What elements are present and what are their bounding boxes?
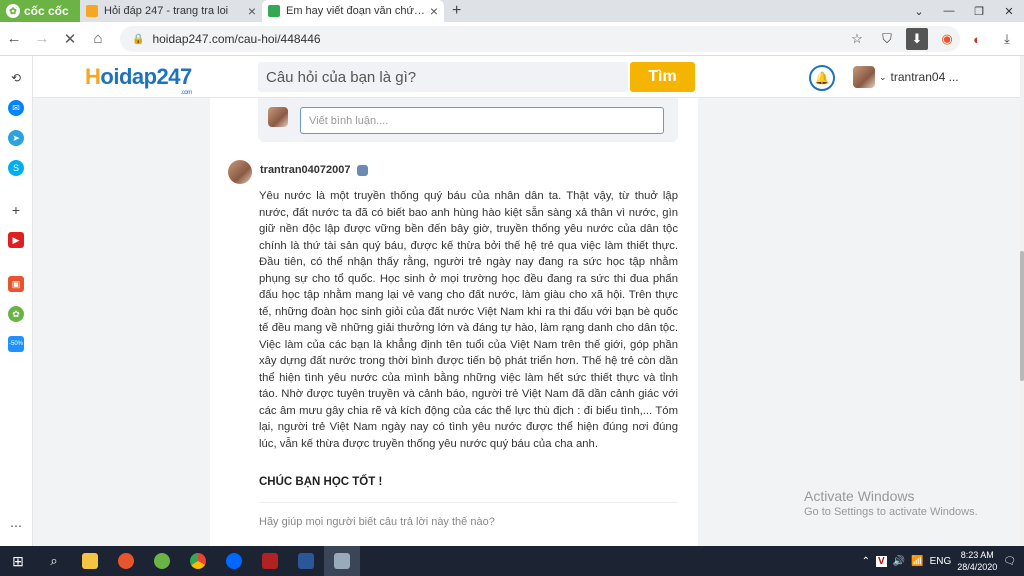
- search-button[interactable]: Tìm: [630, 62, 695, 92]
- page-scrollbar[interactable]: [1020, 56, 1024, 546]
- comment-box: Viết bình luận....: [258, 98, 678, 142]
- address-bar-row: ← → ✕ ⌂ 🔒 hoidap247.com/cau-hoi/448446 ☆…: [0, 22, 1024, 56]
- file-explorer-icon[interactable]: [72, 546, 108, 576]
- word-icon[interactable]: [288, 546, 324, 576]
- search-placeholder: Câu hỏi của bạn là gì?: [266, 68, 417, 86]
- volume-icon[interactable]: 🔊: [893, 556, 905, 567]
- answer-card: Viết bình luận.... trantran04072007 Yêu …: [210, 98, 698, 546]
- youtube-icon[interactable]: ▶: [8, 232, 24, 248]
- bookmark-star-icon[interactable]: ☆: [846, 28, 868, 50]
- toolbar-extensions: ☆ ⛉ ⬇ ◉ ◐ ⤓: [846, 26, 1018, 52]
- history-icon[interactable]: ⟲: [8, 70, 24, 86]
- windows-activation-watermark: Activate Windows Go to Settings to activ…: [804, 488, 978, 518]
- start-button[interactable]: ⊞: [0, 546, 36, 576]
- username-label: trantran04 ...: [890, 70, 959, 84]
- add-sidebar-app-icon[interactable]: +: [8, 202, 24, 218]
- zalo-icon[interactable]: [216, 546, 252, 576]
- tab-title: Hỏi đáp 247 - trang tra loi: [104, 5, 229, 17]
- avatar: [268, 107, 288, 127]
- chrome-icon[interactable]: [180, 546, 216, 576]
- messenger-icon[interactable]: ✉: [8, 100, 24, 116]
- search-icon[interactable]: ⌕: [36, 546, 72, 576]
- hoidap-favicon-icon: [268, 5, 280, 17]
- home-button[interactable]: ⌂: [84, 25, 112, 53]
- system-tray: ⌃ V 🔊 📶 ENG 8:23 AM 28/4/2020 🗨: [862, 546, 1024, 576]
- hoidap-logo[interactable]: Hoidap247 .com: [85, 64, 192, 96]
- coccoc-logo-icon: ✿: [6, 4, 20, 18]
- app-icon[interactable]: [252, 546, 288, 576]
- lock-icon: 🔒: [132, 33, 145, 45]
- close-tab-icon[interactable]: ×: [248, 3, 256, 19]
- tab-current-question[interactable]: Em hay viết đoạn văn chứng minh ×: [262, 0, 444, 22]
- stop-loading-button[interactable]: ✕: [56, 25, 84, 53]
- scrollbar-thumb[interactable]: [1020, 251, 1024, 381]
- clock[interactable]: 8:23 AM 28/4/2020: [957, 549, 997, 573]
- url-text: hoidap247.com/cau-hoi/448446: [152, 32, 321, 46]
- avatar: [853, 66, 875, 88]
- close-window-icon[interactable]: ✕: [994, 0, 1024, 22]
- more-options-icon[interactable]: ⋯: [8, 518, 24, 534]
- new-tab-button[interactable]: +: [444, 0, 469, 22]
- url-field[interactable]: 🔒 hoidap247.com/cau-hoi/448446: [120, 26, 960, 52]
- discount-icon[interactable]: -50%: [8, 336, 24, 352]
- hoidap-favicon-icon: [86, 5, 98, 17]
- notifications-icon[interactable]: 🗨: [1003, 556, 1016, 567]
- language-indicator[interactable]: ENG: [930, 556, 952, 567]
- chevron-up-icon[interactable]: ⌃: [862, 556, 870, 567]
- coccoc-green-icon[interactable]: ✿: [8, 306, 24, 322]
- telegram-icon[interactable]: ➤: [8, 130, 24, 146]
- search-input[interactable]: Câu hỏi của bạn là gì?: [258, 62, 628, 92]
- minimize-icon[interactable]: —: [934, 0, 964, 22]
- profile-icon[interactable]: ◐: [966, 28, 988, 50]
- windows-taskbar: ⊞ ⌕ ⌃ V 🔊 📶 ENG 8:23 AM 28/4/2020 🗨: [0, 546, 1024, 576]
- download-icon[interactable]: ⬇: [906, 28, 928, 50]
- skype-icon[interactable]: S: [8, 160, 24, 176]
- restore-icon[interactable]: ❐: [964, 0, 994, 22]
- feedback-prompt: Hãy giúp mọi người biết câu trả lời này …: [259, 516, 495, 528]
- chevron-down-icon: ⌄: [879, 71, 887, 82]
- shopping-icon[interactable]: ▣: [8, 276, 24, 292]
- coccoc-extension-icon[interactable]: ◉: [936, 28, 958, 50]
- answer-author[interactable]: trantran04072007: [260, 164, 368, 176]
- web-page: Hoidap247 .com Câu hỏi của bạn là gì? Tìm…: [33, 56, 1020, 546]
- answer-text: Yêu nước là một truyền thống quý báu của…: [259, 190, 678, 450]
- user-menu[interactable]: ⌄ trantran04 ...: [853, 66, 959, 88]
- rank-badge-icon: [356, 164, 368, 176]
- tab-title: Em hay viết đoạn văn chứng minh: [286, 5, 426, 17]
- back-button[interactable]: ←: [0, 25, 28, 53]
- download-manager-icon[interactable]: ⤓: [996, 28, 1018, 50]
- app-icon[interactable]: [108, 546, 144, 576]
- coccoc-menu-button[interactable]: ✿ cốc cốc: [0, 0, 80, 22]
- tab-hoidap-home[interactable]: Hỏi đáp 247 - trang tra loi ×: [80, 0, 262, 22]
- close-tab-icon[interactable]: ×: [430, 3, 438, 19]
- divider: [259, 502, 678, 503]
- network-icon[interactable]: 📶: [911, 556, 923, 567]
- tab-search-icon[interactable]: ⌄: [904, 0, 934, 22]
- notification-bell-icon[interactable]: 🔔: [809, 65, 835, 91]
- answer-author-avatar[interactable]: [228, 160, 252, 184]
- comment-input[interactable]: Viết bình luận....: [300, 107, 664, 134]
- browser-tab-bar: ✿ cốc cốc Hỏi đáp 247 - trang tra loi × …: [0, 0, 1024, 22]
- app-icon[interactable]: [324, 546, 360, 576]
- browser-brand-label: cốc cốc: [24, 4, 69, 18]
- answer-author-name: trantran04072007: [260, 164, 351, 176]
- coccoc-taskbar-icon[interactable]: [144, 546, 180, 576]
- browser-sidebar: ⟲ ✉ ➤ S + ▶ ▣ ✿ -50% ⋯: [0, 56, 33, 546]
- unikey-icon[interactable]: V: [876, 555, 887, 567]
- forward-button[interactable]: →: [28, 25, 56, 53]
- answer-closing: CHÚC BẠN HỌC TỐT !: [259, 476, 383, 488]
- shield-icon[interactable]: ⛉: [876, 28, 898, 50]
- site-header: Hoidap247 .com Câu hỏi của bạn là gì? Tìm…: [33, 56, 1020, 98]
- window-controls: ⌄ — ❐ ✕: [904, 0, 1024, 22]
